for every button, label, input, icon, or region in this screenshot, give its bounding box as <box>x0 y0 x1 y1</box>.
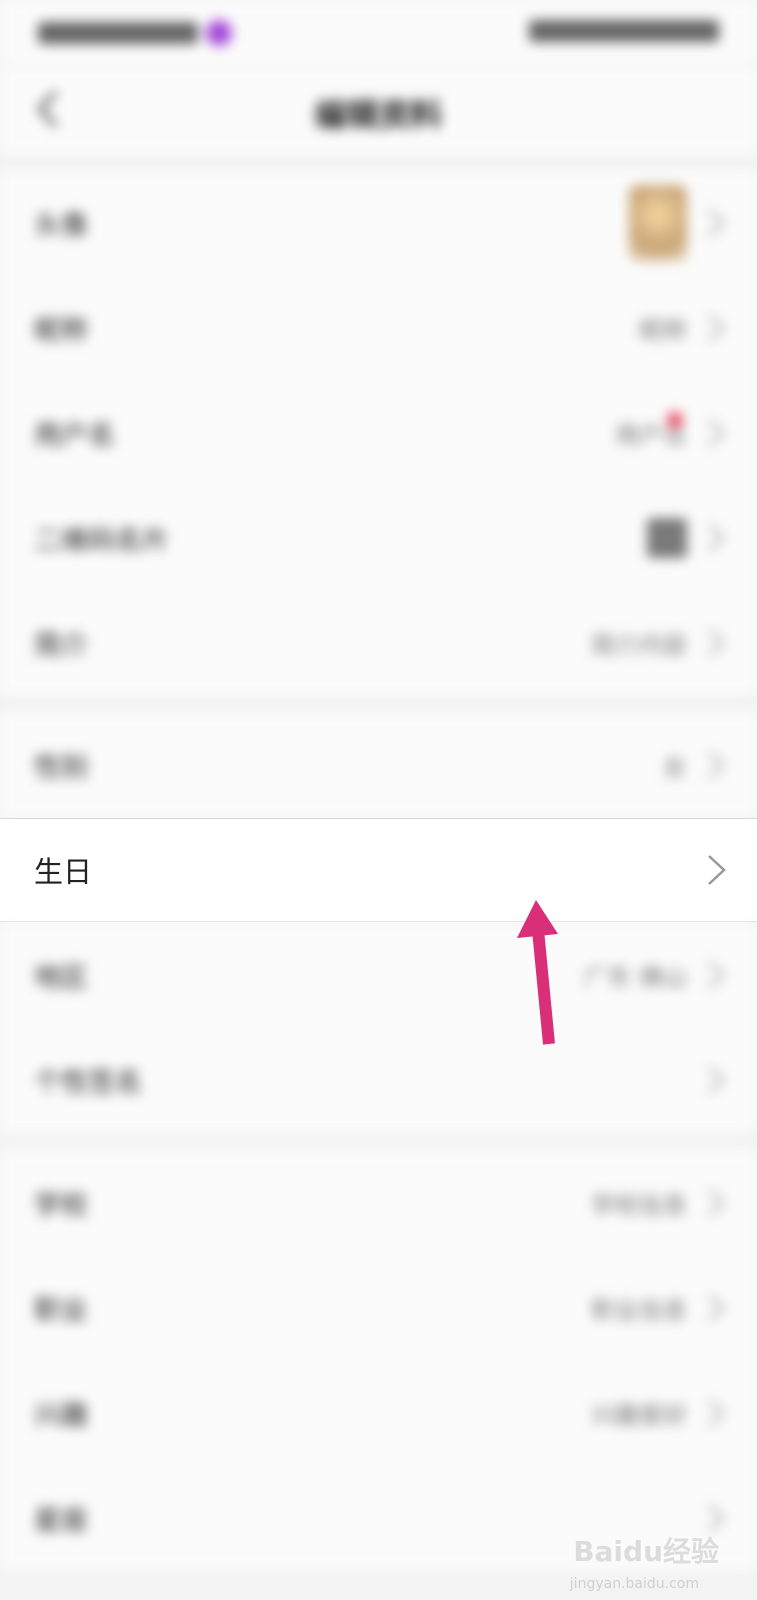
profile-section-personal-cont: 地区 广东 佛山 个性签名 <box>0 922 757 1132</box>
row-label: 二维码名片 <box>34 525 169 556</box>
row-job[interactable]: 职业 职业信息 <box>0 1255 757 1360</box>
row-label: 地区 <box>34 962 88 993</box>
page-title: 编辑资料 <box>314 96 443 134</box>
row-label: 星座 <box>34 1505 88 1536</box>
chevron-right-icon <box>705 1291 727 1325</box>
row-value: 职业信息 <box>591 1296 687 1324</box>
row-label: 职业 <box>34 1295 88 1326</box>
watermark-url: jingyan.baidu.com <box>569 1576 699 1592</box>
avatar <box>629 184 687 261</box>
chevron-right-icon <box>705 748 727 782</box>
row-label: 头像 <box>34 210 88 241</box>
row-gender[interactable]: 性别 女 <box>0 712 757 818</box>
row-nickname[interactable]: 昵称 昵称 <box>0 275 757 380</box>
profile-section-basic: 头像 昵称 昵称 用户名 用户名 二维码名片 简介 简介内容 <box>0 170 757 695</box>
row-label: 个性签名 <box>34 1067 142 1098</box>
row-value: 广东 佛山 <box>583 963 687 991</box>
chevron-right-icon <box>705 416 727 450</box>
chevron-right-icon <box>705 1396 727 1430</box>
carrier-text <box>38 22 198 44</box>
watermark-brand: Baidu经验 <box>573 1535 719 1568</box>
row-label: 兴趣 <box>34 1400 88 1431</box>
row-birthday[interactable]: 生日 <box>0 818 757 922</box>
row-school[interactable]: 学校 学校信息 <box>0 1150 757 1255</box>
row-label: 简介 <box>34 630 88 661</box>
profile-section-personal: 性别 女 <box>0 712 757 818</box>
chevron-right-icon <box>705 206 727 240</box>
chevron-right-icon <box>705 1186 727 1220</box>
row-label: 性别 <box>34 752 88 784</box>
row-label: 生日 <box>34 855 93 889</box>
row-label: 用户名 <box>34 420 115 451</box>
row-value: 简介内容 <box>591 631 687 659</box>
row-username[interactable]: 用户名 用户名 <box>0 380 757 485</box>
row-bio[interactable]: 简介 简介内容 <box>0 590 757 695</box>
row-interest[interactable]: 兴趣 兴趣爱好 <box>0 1360 757 1465</box>
chevron-right-icon <box>705 521 727 555</box>
row-value: 昵称 <box>639 316 687 344</box>
row-label: 学校 <box>34 1190 88 1221</box>
app-notification-icon <box>206 20 232 46</box>
chevron-right-icon <box>705 626 727 660</box>
row-value: 兴趣爱好 <box>591 1401 687 1429</box>
notification-dot-icon <box>667 412 683 428</box>
profile-section-more: 学校 学校信息 职业 职业信息 兴趣 兴趣爱好 星座 <box>0 1150 757 1570</box>
chevron-right-icon <box>705 1063 727 1097</box>
row-signature[interactable]: 个性签名 <box>0 1027 757 1132</box>
row-region[interactable]: 地区 广东 佛山 <box>0 922 757 1027</box>
row-avatar[interactable]: 头像 <box>0 170 757 275</box>
status-bar <box>0 0 757 66</box>
watermark-logo: Baidu经验 <box>573 1530 719 1570</box>
row-qr-card[interactable]: 二维码名片 <box>0 485 757 590</box>
qr-code-icon <box>647 517 687 558</box>
chevron-right-icon <box>705 853 727 887</box>
row-label: 昵称 <box>34 315 88 346</box>
row-value: 女 <box>663 753 687 782</box>
back-arrow-icon[interactable] <box>30 84 70 134</box>
chevron-right-icon <box>705 958 727 992</box>
top-bar: 编辑资料 <box>0 66 757 154</box>
row-value: 学校信息 <box>591 1191 687 1219</box>
status-icons <box>529 20 719 42</box>
chevron-right-icon <box>705 311 727 345</box>
